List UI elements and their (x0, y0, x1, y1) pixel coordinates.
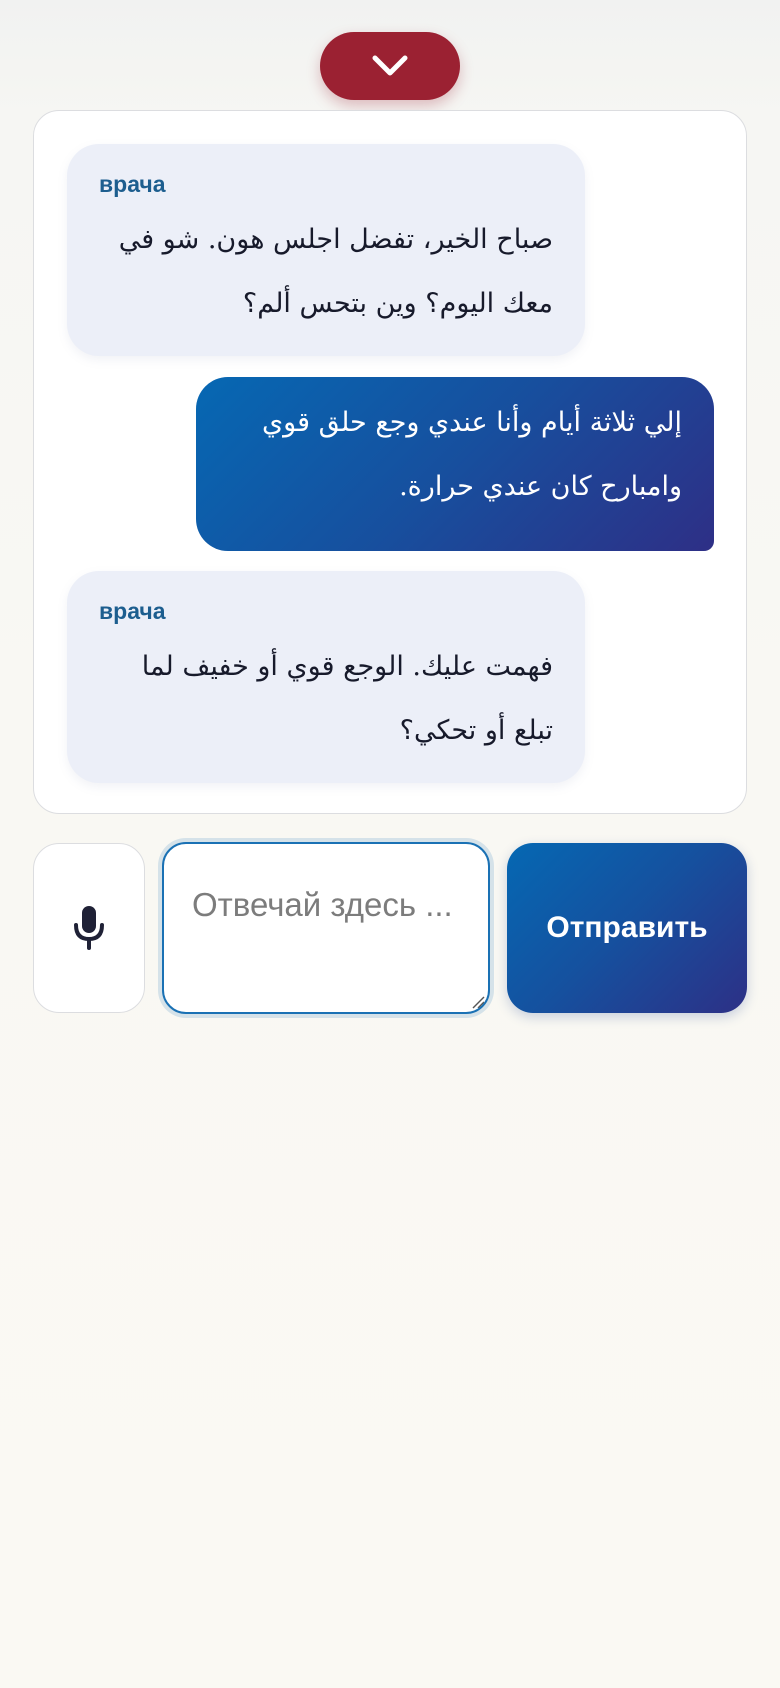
sender-name: врача (99, 171, 166, 197)
reply-field[interactable] (162, 842, 490, 1014)
send-button-label: Отправить (546, 911, 708, 944)
microphone-icon (72, 905, 106, 951)
doctor-message: врача صباح الخير، تفضل اجلس هون. شو في م… (67, 144, 585, 356)
user-message: إلي ثلاثة أيام وأنا عندي وجع حلق قوي وام… (196, 377, 714, 551)
microphone-button[interactable] (33, 843, 145, 1013)
resize-handle-icon[interactable] (471, 995, 485, 1009)
chat-transcript[interactable]: врача صباح الخير، تفضل اجلس هون. شو في م… (33, 110, 747, 814)
send-button[interactable]: Отправить (507, 843, 747, 1013)
message-text: إلي ثلاثة أيام وأنا عندي وجع حلق قوي وام… (262, 407, 682, 502)
message-text: فهمت عليك. الوجع قوي أو خفيف لما تبلع أو… (141, 651, 553, 746)
chevron-down-icon (370, 53, 410, 79)
sender-name: врача (99, 598, 166, 624)
doctor-message: врача فهمت عليك. الوجع قوي أو خفيف لما ت… (67, 571, 585, 783)
message-text: صباح الخير، تفضل اجلس هون. شو في معك الي… (118, 224, 553, 319)
reply-input[interactable] (164, 844, 488, 1012)
collapse-chat-button[interactable] (320, 32, 460, 100)
